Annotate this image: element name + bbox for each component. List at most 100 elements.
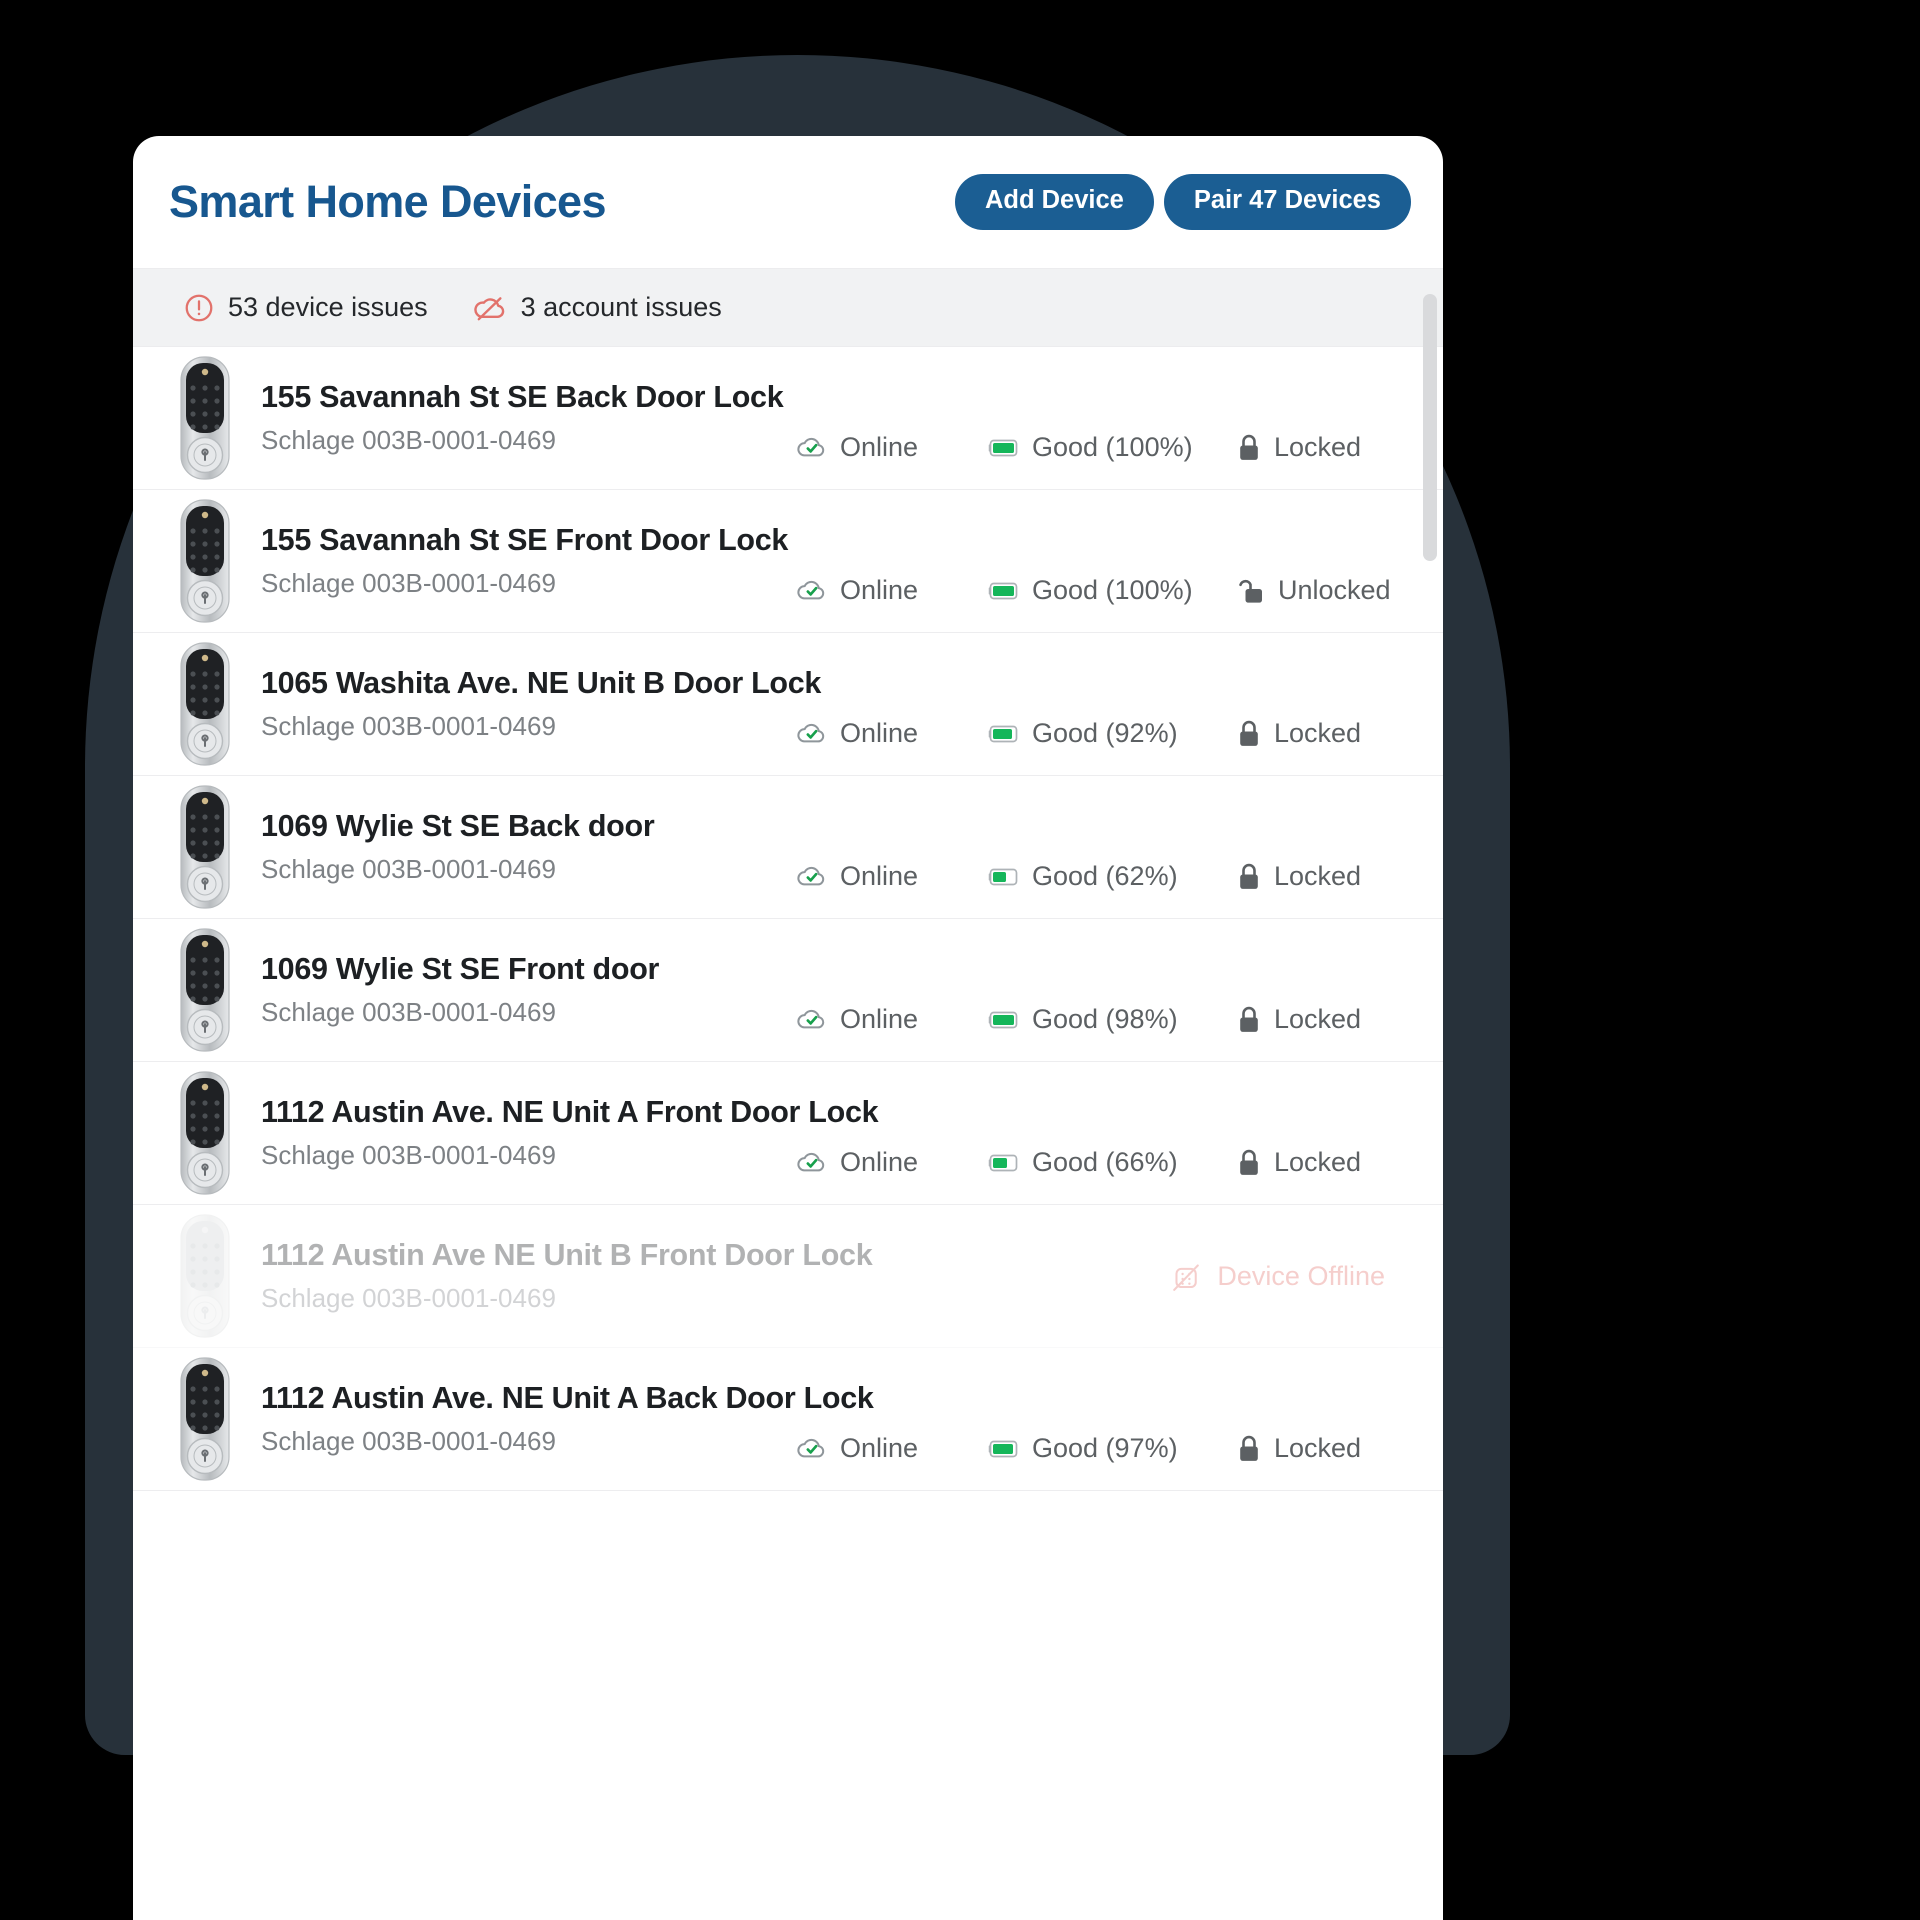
battery-status: Good (62%) bbox=[986, 861, 1236, 892]
device-row[interactable]: 155 Savannah St SE Front Door Lock Schla… bbox=[133, 490, 1443, 633]
alert-circle-icon bbox=[183, 292, 215, 324]
device-model: Schlage 003B-0001-0469 bbox=[261, 711, 556, 741]
device-name: 1069 Wylie St SE Front door bbox=[261, 952, 660, 986]
cloud-off-icon bbox=[473, 291, 508, 325]
battery-status: Good (100%) bbox=[986, 575, 1236, 606]
lock-state-label: Locked bbox=[1274, 432, 1362, 462]
lock-state-label: Locked bbox=[1274, 1004, 1362, 1034]
battery-icon bbox=[986, 866, 1020, 888]
device-row[interactable]: 155 Savannah St SE Back Door Lock Schlag… bbox=[133, 347, 1443, 490]
battery-label: Good (97%) bbox=[1032, 1433, 1178, 1463]
connectivity-status: Online bbox=[796, 1146, 986, 1178]
lock-status: Locked bbox=[1236, 861, 1409, 892]
lock-closed-icon bbox=[1236, 1148, 1262, 1178]
battery-icon bbox=[986, 723, 1020, 745]
connectivity-status: Online bbox=[796, 860, 986, 892]
device-model: Schlage 003B-0001-0469 bbox=[261, 1426, 556, 1456]
device-info: 155 Savannah St SE Front Door Lock Schla… bbox=[261, 523, 796, 599]
cloud-check-icon bbox=[796, 860, 828, 892]
device-name: 1065 Washita Ave. NE Unit B Door Lock bbox=[261, 666, 822, 700]
device-row[interactable]: 1069 Wylie St SE Front door Schlage 003B… bbox=[133, 919, 1443, 1062]
device-model: Schlage 003B-0001-0469 bbox=[261, 997, 556, 1027]
device-status: Online Good (97%) Locked bbox=[796, 1432, 1409, 1490]
battery-icon bbox=[986, 1438, 1020, 1460]
connectivity-label: Online bbox=[840, 1146, 919, 1177]
device-model: Schlage 003B-0001-0469 bbox=[261, 1283, 556, 1313]
lock-state-label: Unlocked bbox=[1278, 575, 1391, 605]
device-row[interactable]: 1065 Washita Ave. NE Unit B Door Lock Sc… bbox=[133, 633, 1443, 776]
battery-status: Good (66%) bbox=[986, 1147, 1236, 1178]
connectivity-status: Online bbox=[796, 1003, 986, 1035]
device-name: 1112 Austin Ave NE Unit B Front Door Loc… bbox=[261, 1238, 873, 1272]
lock-status: Locked bbox=[1236, 718, 1409, 749]
device-status: Online Good (100%) Unlocked bbox=[796, 574, 1409, 632]
lock-open-icon bbox=[1236, 576, 1266, 606]
device-thumbnail bbox=[177, 1212, 233, 1340]
battery-icon bbox=[986, 580, 1020, 602]
device-offline-status: Device Offline bbox=[1169, 1257, 1409, 1296]
device-thumbnail bbox=[177, 926, 233, 1054]
device-info: 1069 Wylie St SE Front door Schlage 003B… bbox=[261, 952, 796, 1028]
issues-bar: 53 device issues 3 account issues bbox=[133, 268, 1443, 347]
cloud-check-icon bbox=[796, 717, 828, 749]
scrollbar-thumb[interactable] bbox=[1423, 294, 1437, 561]
device-row[interactable]: 1112 Austin Ave. NE Unit A Front Door Lo… bbox=[133, 1062, 1443, 1205]
device-thumbnail bbox=[177, 1069, 233, 1197]
lock-status: Locked bbox=[1236, 1433, 1409, 1464]
device-thumbnail bbox=[177, 640, 233, 768]
lock-state-label: Locked bbox=[1274, 1147, 1362, 1177]
device-offline-icon bbox=[1169, 1257, 1203, 1296]
device-row[interactable]: 1069 Wylie St SE Back door Schlage 003B-… bbox=[133, 776, 1443, 919]
device-row[interactable]: 1112 Austin Ave. NE Unit A Back Door Loc… bbox=[133, 1348, 1443, 1491]
lock-status: Unlocked bbox=[1236, 575, 1409, 606]
connectivity-status: Online bbox=[796, 1432, 986, 1464]
battery-icon bbox=[986, 1009, 1020, 1031]
device-thumbnail bbox=[177, 1355, 233, 1483]
battery-label: Good (92%) bbox=[1032, 718, 1178, 748]
device-name: 1112 Austin Ave. NE Unit A Back Door Loc… bbox=[261, 1381, 874, 1415]
device-model: Schlage 003B-0001-0469 bbox=[261, 854, 556, 884]
cloud-check-icon bbox=[796, 1003, 828, 1035]
cloud-check-icon bbox=[796, 1146, 828, 1178]
battery-label: Good (66%) bbox=[1032, 1147, 1178, 1177]
lock-state-label: Locked bbox=[1274, 861, 1362, 891]
battery-label: Good (100%) bbox=[1032, 575, 1193, 605]
cloud-check-icon bbox=[796, 1432, 828, 1464]
device-model: Schlage 003B-0001-0469 bbox=[261, 1140, 556, 1170]
battery-label: Good (62%) bbox=[1032, 861, 1178, 891]
device-name: 155 Savannah St SE Front Door Lock bbox=[261, 523, 789, 557]
screen: Smart Home Devices Add Device Pair 47 De… bbox=[0, 0, 1920, 1920]
add-device-button[interactable]: Add Device bbox=[954, 174, 1154, 230]
account-issues-item[interactable]: 3 account issues bbox=[473, 291, 722, 325]
battery-icon bbox=[986, 1152, 1020, 1174]
device-status: Online Good (66%) Locked bbox=[796, 1146, 1409, 1204]
device-name: 155 Savannah St SE Back Door Lock bbox=[261, 380, 784, 414]
connectivity-label: Online bbox=[840, 574, 919, 605]
lock-status: Locked bbox=[1236, 432, 1409, 463]
lock-status: Locked bbox=[1236, 1004, 1409, 1035]
battery-label: Good (100%) bbox=[1032, 432, 1193, 462]
device-issues-label: 53 device issues bbox=[228, 292, 428, 322]
device-info: 1112 Austin Ave NE Unit B Front Door Loc… bbox=[261, 1238, 1169, 1314]
lock-status: Locked bbox=[1236, 1147, 1409, 1178]
device-status: Online Good (98%) Locked bbox=[796, 1003, 1409, 1061]
connectivity-label: Online bbox=[840, 1003, 919, 1034]
cloud-check-icon bbox=[796, 431, 828, 463]
lock-closed-icon bbox=[1236, 1005, 1262, 1035]
device-thumbnail bbox=[177, 354, 233, 482]
header-actions: Add Device Pair 47 Devices bbox=[954, 174, 1411, 230]
device-row[interactable]: 1112 Austin Ave NE Unit B Front Door Loc… bbox=[133, 1205, 1443, 1348]
device-info: 1065 Washita Ave. NE Unit B Door Lock Sc… bbox=[261, 666, 822, 742]
pair-devices-button[interactable]: Pair 47 Devices bbox=[1163, 174, 1411, 230]
cloud-check-icon bbox=[796, 574, 828, 606]
battery-label: Good (98%) bbox=[1032, 1004, 1178, 1034]
device-issues-item[interactable]: 53 device issues bbox=[183, 292, 428, 324]
card-header: Smart Home Devices Add Device Pair 47 De… bbox=[133, 136, 1443, 268]
battery-status: Good (100%) bbox=[986, 432, 1236, 463]
battery-status: Good (92%) bbox=[986, 718, 1236, 749]
connectivity-label: Online bbox=[840, 860, 919, 891]
device-status: Online Good (92%) Locked bbox=[796, 717, 1409, 775]
lock-closed-icon bbox=[1236, 1434, 1262, 1464]
connectivity-label: Online bbox=[840, 717, 919, 748]
connectivity-label: Online bbox=[840, 1432, 919, 1463]
